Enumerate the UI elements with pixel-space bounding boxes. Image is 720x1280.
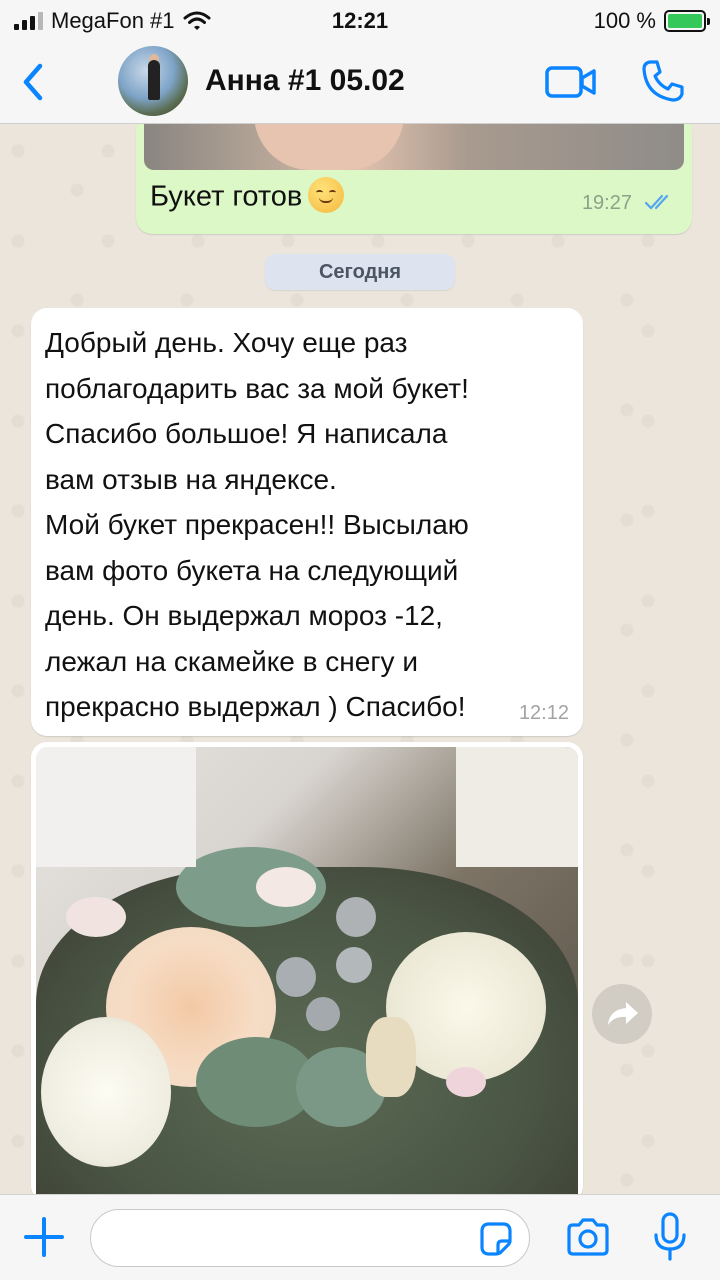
- outgoing-time: 19:27: [581, 192, 632, 214]
- incoming-message[interactable]: Добрый день. Хочу еще раз поблагодарить …: [31, 308, 583, 736]
- phone-icon[interactable]: [640, 58, 686, 104]
- outgoing-message-text: Букет готов: [150, 177, 345, 216]
- chevron-left-icon[interactable]: [14, 58, 54, 106]
- camera-icon[interactable]: [564, 1215, 612, 1259]
- photo-thumbnail[interactable]: [144, 124, 684, 170]
- video-camera-icon[interactable]: [544, 62, 598, 102]
- battery-fill: [668, 14, 702, 28]
- avatar[interactable]: [118, 46, 188, 116]
- bouquet-photo[interactable]: [36, 747, 578, 1194]
- date-separator: Сегодня: [265, 254, 455, 290]
- incoming-time: 12:12: [518, 702, 569, 724]
- forward-button[interactable]: [592, 984, 652, 1044]
- double-check-icon: [644, 194, 669, 210]
- contact-name[interactable]: Анна #1 05.02: [205, 64, 405, 98]
- outgoing-message[interactable]: Букет готов 19:27: [136, 124, 692, 234]
- smiling-face-emoji-icon: [308, 177, 345, 213]
- plus-icon[interactable]: [22, 1215, 66, 1259]
- incoming-message-text: Добрый день. Хочу еще раз поблагодарить …: [45, 327, 469, 722]
- battery-icon: [664, 10, 710, 32]
- battery-percent: 100 %: [593, 8, 656, 33]
- outgoing-text: Букет готов: [150, 180, 303, 213]
- chat-header: Анна #1 05.02: [0, 40, 720, 124]
- sticker-icon[interactable]: [476, 1219, 516, 1259]
- incoming-photo-message[interactable]: [31, 742, 583, 1194]
- status-right: 100 %: [593, 8, 710, 34]
- message-input[interactable]: [90, 1209, 530, 1267]
- input-bar: [0, 1194, 720, 1280]
- microphone-icon[interactable]: [650, 1211, 690, 1263]
- chat-area[interactable]: Букет готов 19:27 Сегодня Добрый день. Х…: [0, 124, 720, 1194]
- forward-arrow-icon: [608, 1002, 638, 1025]
- status-bar: MegaFon #1 12:21 100 %: [0, 0, 720, 40]
